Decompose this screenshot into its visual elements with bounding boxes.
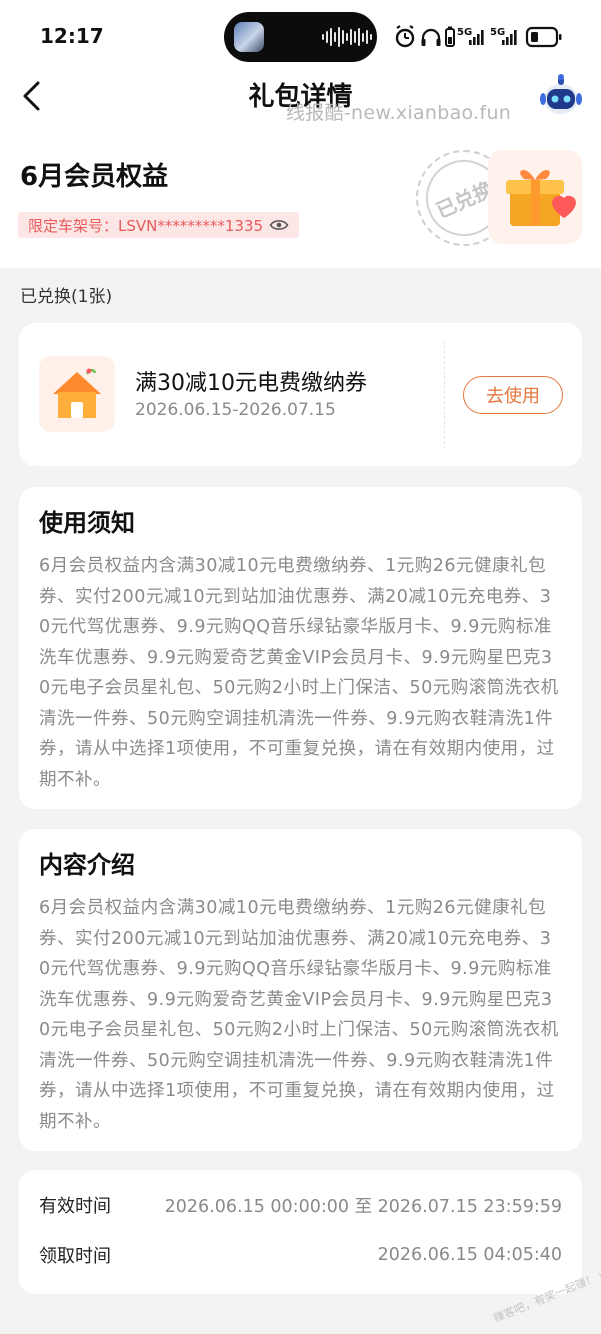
coupon-divider: [444, 341, 445, 449]
coupon-card: 满30减10元电费缴纳券 2026.06.15-2026.07.15 去使用: [19, 323, 582, 466]
signal-5g-icon-1: 5G: [457, 27, 484, 45]
use-coupon-button[interactable]: 去使用: [463, 376, 563, 414]
media-thumbnail: [234, 22, 264, 52]
vin-label: 限定车架号：LSVN*********1335: [28, 216, 264, 235]
content-intro-body: 6月会员权益内含满30减10元电费缴纳券、1元购26元健康礼包券、实付200元减…: [39, 898, 559, 1132]
content-intro-card: 内容介绍 6月会员权益内含满30减10元电费缴纳券、1元购26元健康礼包券、实付…: [19, 829, 582, 1151]
audio-waveform-icon: [322, 26, 372, 48]
receive-time-value: 2026.06.15 04:05:40: [377, 1245, 562, 1265]
receive-time-row: 领取时间 2026.06.15 04:05:40: [39, 1242, 562, 1268]
signal-5g-icon-2: 5G: [490, 27, 517, 45]
house-icon: [39, 356, 115, 432]
valid-time-value: 2026.06.15 00:00:00 至 2026.07.15 23:59:5…: [164, 1196, 562, 1217]
coupon-name: 满30减10元电费缴纳券: [135, 371, 367, 396]
battery-icon: [525, 26, 562, 48]
valid-time-row: 有效时间 2026.06.15 00:00:00 至 2026.07.15 23…: [39, 1192, 562, 1218]
watermark-text: 线报酷-new.xianbao.fun: [286, 102, 512, 124]
small-battery-icon: [445, 26, 455, 47]
status-time: 12:17: [40, 24, 104, 48]
headphones-icon: [421, 28, 441, 46]
valid-time-label: 有效时间: [39, 1196, 111, 1217]
package-title: 6月会员权益: [20, 162, 169, 192]
receive-time-label: 领取时间: [39, 1246, 111, 1267]
usage-notice-card: 使用须知 6月会员权益内含满30减10元电费缴纳券、1元购26元健康礼包券、实付…: [19, 487, 582, 809]
vin-tag: 限定车架号：LSVN*********1335: [18, 212, 300, 238]
status-bar: 12:17 5G 5G: [0, 0, 601, 72]
redeemed-count-label: 已兑换(1张): [20, 287, 113, 307]
time-info-card: 有效时间 2026.06.15 00:00:00 至 2026.07.15 23…: [19, 1170, 582, 1294]
svg-text:5G: 5G: [457, 27, 472, 38]
robot-mascot-icon[interactable]: [538, 74, 584, 118]
coupon-validity: 2026.06.15-2026.07.15: [135, 400, 336, 420]
gift-box-icon: [488, 150, 582, 244]
usage-notice-body: 6月会员权益内含满30减10元电费缴纳券、1元购26元健康礼包券、实付200元减…: [39, 556, 559, 790]
alarm-icon: [395, 25, 415, 48]
usage-notice-title: 使用须知: [39, 509, 135, 537]
dynamic-island[interactable]: [224, 12, 377, 62]
eye-icon[interactable]: [269, 218, 289, 232]
status-icons: 5G 5G: [395, 25, 562, 48]
content-intro-title: 内容介绍: [39, 851, 135, 879]
svg-text:5G: 5G: [490, 27, 505, 38]
